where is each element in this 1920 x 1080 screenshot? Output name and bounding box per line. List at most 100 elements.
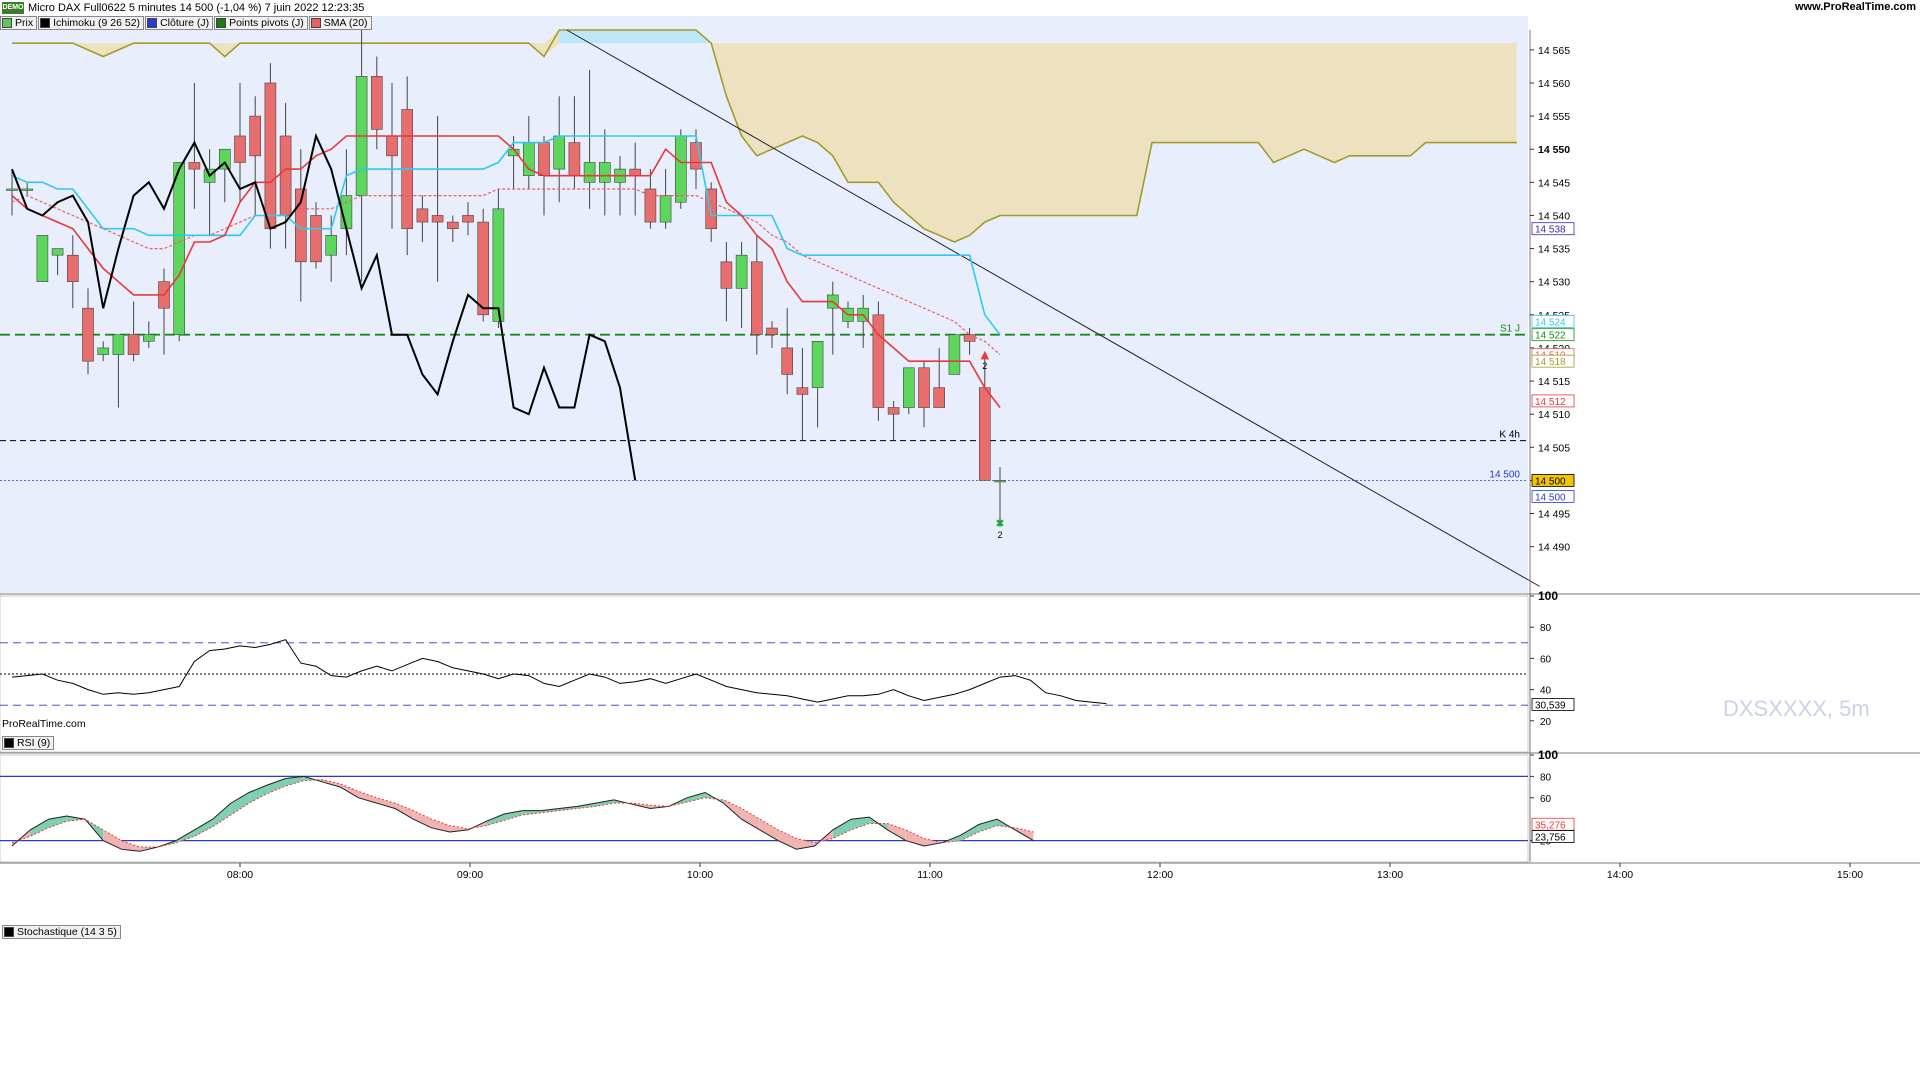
kumo-segment	[1304, 43, 1320, 156]
rsi-label[interactable]: RSI (9)	[2, 736, 55, 750]
indicator-legend: Prix Ichimoku (9 26 52) Clôture (J) Points …	[0, 16, 373, 30]
stoch-label[interactable]: Stochastique (14 3 5)	[2, 925, 121, 939]
kumo-segment	[1471, 43, 1487, 143]
kumo-segment	[924, 43, 940, 236]
candle-body	[918, 367, 930, 408]
kumo-segment	[1380, 43, 1396, 156]
rsi-panel[interactable]	[0, 595, 1529, 753]
legend-item[interactable]: Points pivots (J)	[214, 16, 308, 30]
legend-label: Points pivots (J)	[229, 17, 304, 29]
signal-marker: ✖	[995, 517, 1004, 530]
legend-item[interactable]: Ichimoku (9 26 52)	[38, 16, 145, 30]
candle-body	[674, 135, 687, 203]
time-tick-label: 09:00	[457, 869, 483, 881]
legend-swatch	[310, 18, 321, 28]
candle-body	[796, 387, 809, 395]
candle-body	[21, 188, 34, 191]
kumo-segment	[1000, 43, 1016, 216]
legend-label: SMA (20)	[323, 17, 368, 29]
candle-body	[127, 334, 140, 355]
kumo-segment	[1197, 43, 1213, 143]
kumo-segment	[787, 43, 803, 143]
kumo-segment	[1060, 43, 1076, 216]
rsi-tick-label: 100	[1538, 589, 1558, 603]
legend-item[interactable]: Clôture (J)	[145, 16, 214, 30]
kumo-segment	[1030, 43, 1046, 216]
time-tick-label: 08:00	[227, 869, 253, 881]
price-tag-label: 14 500	[1535, 492, 1566, 503]
rsi-swatch	[4, 738, 14, 748]
kumo-segment	[908, 43, 924, 229]
candle-body	[36, 235, 49, 282]
stochastic-panel[interactable]	[0, 754, 1529, 863]
price-axis[interactable]: 14 490 14 495 14 500 14 505 14 510 14 515 14 5…	[1529, 30, 1575, 862]
candle-body	[188, 162, 201, 170]
candle-body	[994, 480, 1006, 483]
stoch-tick-label: 80	[1540, 772, 1552, 783]
time-tick-label: 13:00	[1377, 869, 1403, 881]
candle-body	[173, 162, 185, 335]
price-tag-label: 14 524	[1535, 317, 1566, 328]
level-label: K 4h	[1499, 430, 1520, 441]
candle-body	[97, 347, 109, 355]
candle-body	[720, 261, 733, 289]
signal-marker-count: 2	[997, 530, 1002, 540]
legend-label: Ichimoku (9 26 52)	[53, 17, 141, 29]
candle-body	[659, 195, 672, 223]
stoch-tick-label: 100	[1538, 748, 1558, 762]
candle-body	[902, 367, 915, 408]
price-tick-label: 14 565	[1538, 45, 1570, 57]
candle-body	[143, 334, 155, 342]
kumo-segment	[1395, 43, 1411, 156]
legend-swatch	[2, 18, 12, 28]
chart-header: DEMO Micro DAX Full0622 5 minutes 14 500…	[0, 0, 1920, 15]
kumo-segment	[1121, 43, 1137, 216]
footer-brand: ProRealTime.com	[2, 718, 86, 730]
candle-body	[462, 215, 474, 223]
candle-body	[234, 135, 246, 163]
kumo-segment	[1501, 43, 1517, 143]
candle-body	[279, 135, 292, 216]
legend-swatch	[147, 18, 158, 28]
kumo-segment	[984, 43, 1000, 223]
candle-body	[112, 334, 125, 355]
candle-body	[310, 215, 322, 263]
stoch-tick-label: 60	[1540, 794, 1552, 805]
time-tick-label: 15:00	[1837, 869, 1863, 881]
price-tick-label: 14 515	[1538, 376, 1570, 388]
signal-marker-count: 2	[982, 361, 987, 371]
candle-body	[416, 208, 429, 223]
chart-title: Micro DAX Full0622 5 minutes 14 500 (-1,…	[28, 1, 365, 14]
kumo-segment	[1182, 43, 1198, 143]
price-tick-label: 14 495	[1538, 509, 1570, 521]
kumo-segment	[665, 30, 681, 44]
price-tick-label: 14 535	[1538, 244, 1570, 256]
kumo-segment	[559, 30, 575, 44]
candle-body	[978, 387, 991, 481]
kumo-segment	[620, 30, 636, 44]
price-tag-label: 14 500	[1535, 476, 1566, 487]
price-tick-label: 14 545	[1538, 177, 1570, 189]
time-axis[interactable]: 08:00 09:00 10:00 11:00 12:00 13:00 14:00 15:00	[0, 862, 1920, 881]
price-tick-label: 14 550	[1538, 144, 1570, 156]
candle-body	[431, 215, 444, 223]
rsi-tick-label: 40	[1540, 686, 1552, 697]
time-tick-label: 10:00	[687, 869, 713, 881]
candle-body	[264, 82, 277, 230]
site-link[interactable]: www.ProRealTime.com	[1795, 1, 1916, 13]
demo-logo: DEMO	[2, 1, 24, 14]
kumo-segment	[802, 43, 818, 143]
candle-body	[948, 334, 961, 375]
kumo-segment	[589, 30, 605, 44]
kumo-segment	[1152, 43, 1168, 143]
legend-item[interactable]: Prix	[0, 16, 38, 30]
chart-canvas[interactable]: S1 JK 4h14 500▲2✖2 14 49014 49514 50014 …	[0, 0, 1920, 1080]
candle-body	[386, 135, 398, 157]
kumo-segment	[1228, 43, 1244, 143]
legend-item[interactable]: SMA (20)	[308, 16, 372, 30]
candle-body	[583, 162, 596, 183]
rsi-tick-label: 80	[1540, 623, 1552, 634]
candle-body	[477, 221, 490, 316]
kumo-segment	[1015, 43, 1031, 216]
stoch-swatch	[4, 927, 14, 937]
